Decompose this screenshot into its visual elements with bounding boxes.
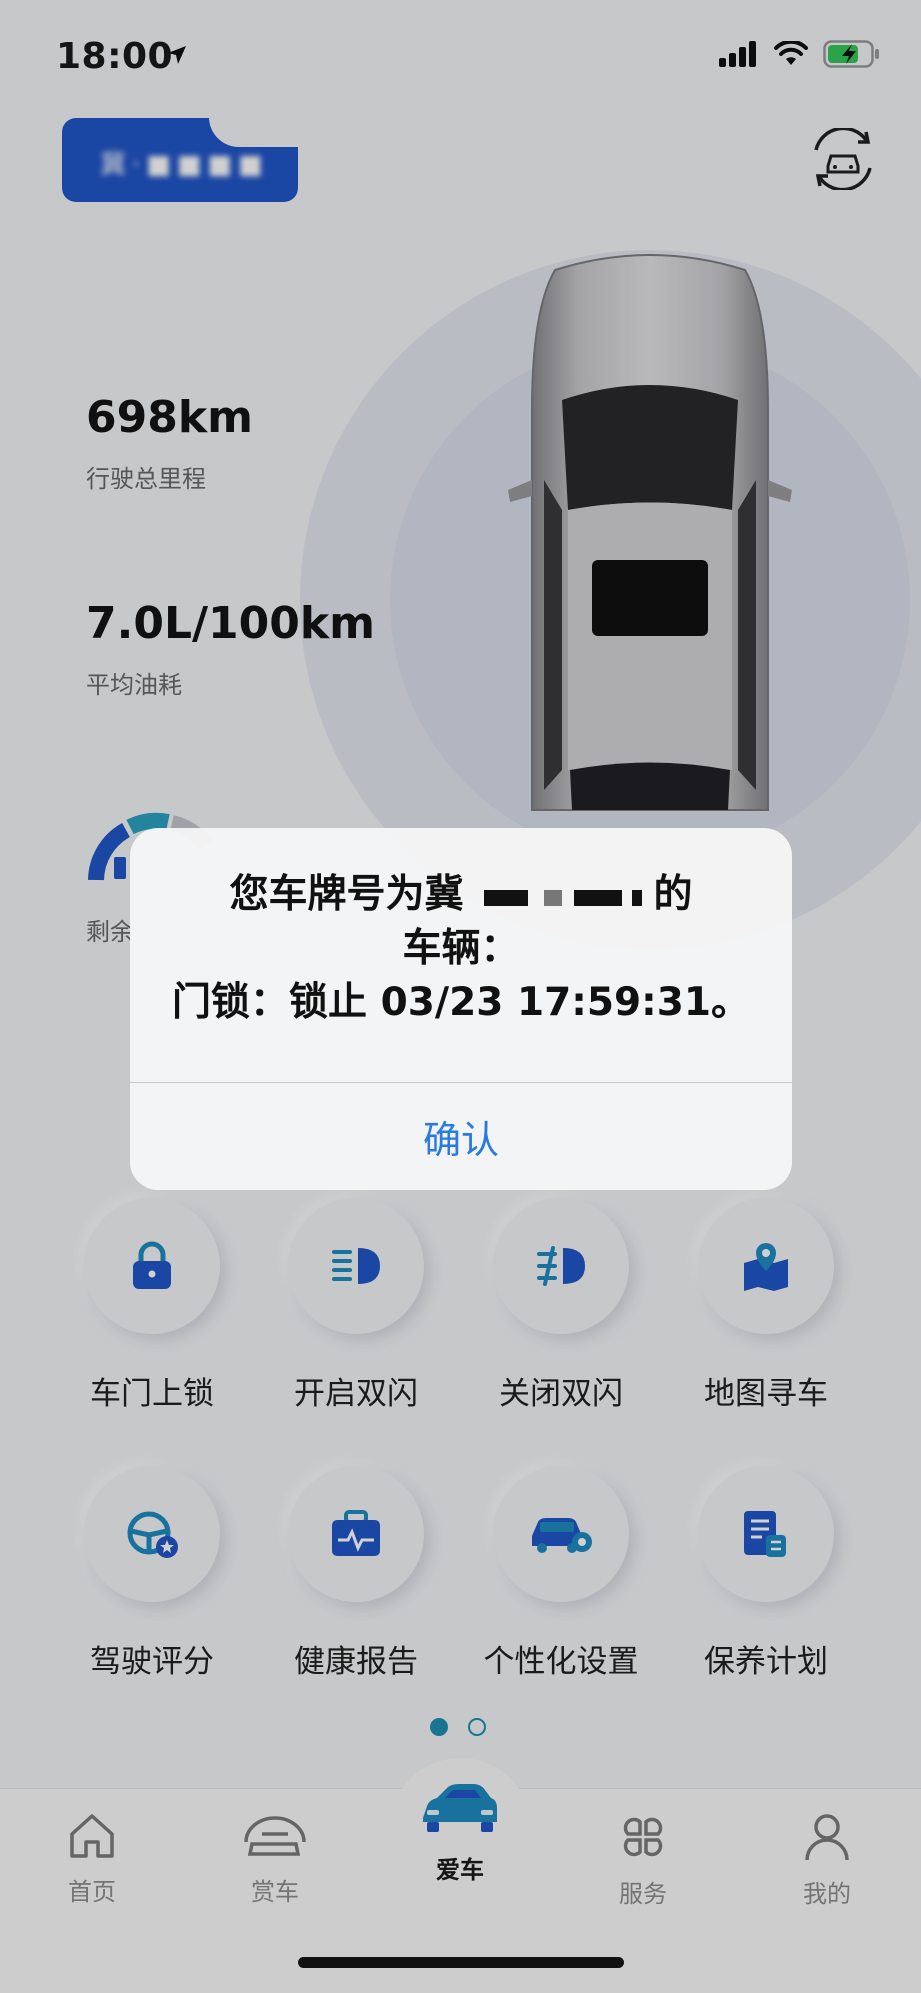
alert-message-line-1: 您车牌号为冀的 <box>229 872 693 917</box>
alert-message-line-2: 车辆： <box>402 926 520 971</box>
screen: 18:00 冀·■■■■ 698km 行驶总里程 7.0L/100km 平均油耗… <box>0 0 921 1993</box>
lock-status-alert: 您车牌号为冀的 车辆： 门锁：锁止 03/23 17:59:31。 确认 <box>130 828 792 1190</box>
redacted-plate-number <box>464 880 654 914</box>
home-indicator[interactable] <box>298 1957 624 1968</box>
alert-message-line-3: 门锁：锁止 03/23 17:59:31。 <box>172 980 750 1025</box>
confirm-button[interactable]: 确认 <box>130 1083 792 1190</box>
